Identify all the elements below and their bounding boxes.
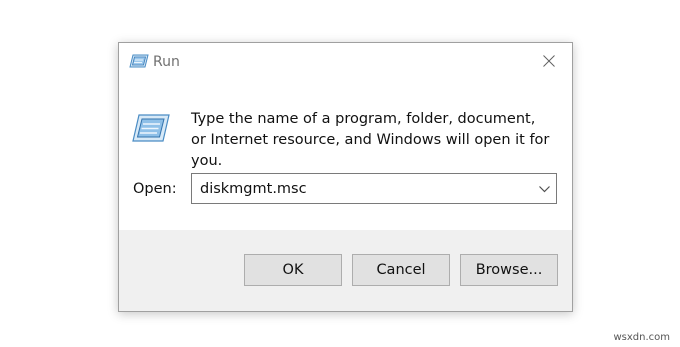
open-label: Open: [133,181,177,197]
close-icon [543,55,555,67]
dialog-title: Run [153,54,180,70]
cancel-button[interactable]: Cancel [352,254,450,286]
button-bar: OK Cancel Browse... [119,230,572,311]
close-button[interactable] [526,43,572,79]
dialog-description: Type the name of a program, folder, docu… [191,111,550,169]
open-combobox[interactable]: diskmgmt.msc [191,173,557,204]
dropdown-button[interactable] [536,180,552,198]
watermark: wsxdn.com [613,332,670,343]
run-app-icon [131,113,171,143]
browse-button[interactable]: Browse... [460,254,558,286]
chevron-down-icon [538,185,550,192]
title-bar[interactable]: Run [119,43,572,79]
ok-button[interactable]: OK [244,254,342,286]
run-dialog: Run Type the name of a program, folder, … [118,42,573,312]
run-app-icon [129,53,149,69]
open-input[interactable]: diskmgmt.msc [200,179,307,199]
